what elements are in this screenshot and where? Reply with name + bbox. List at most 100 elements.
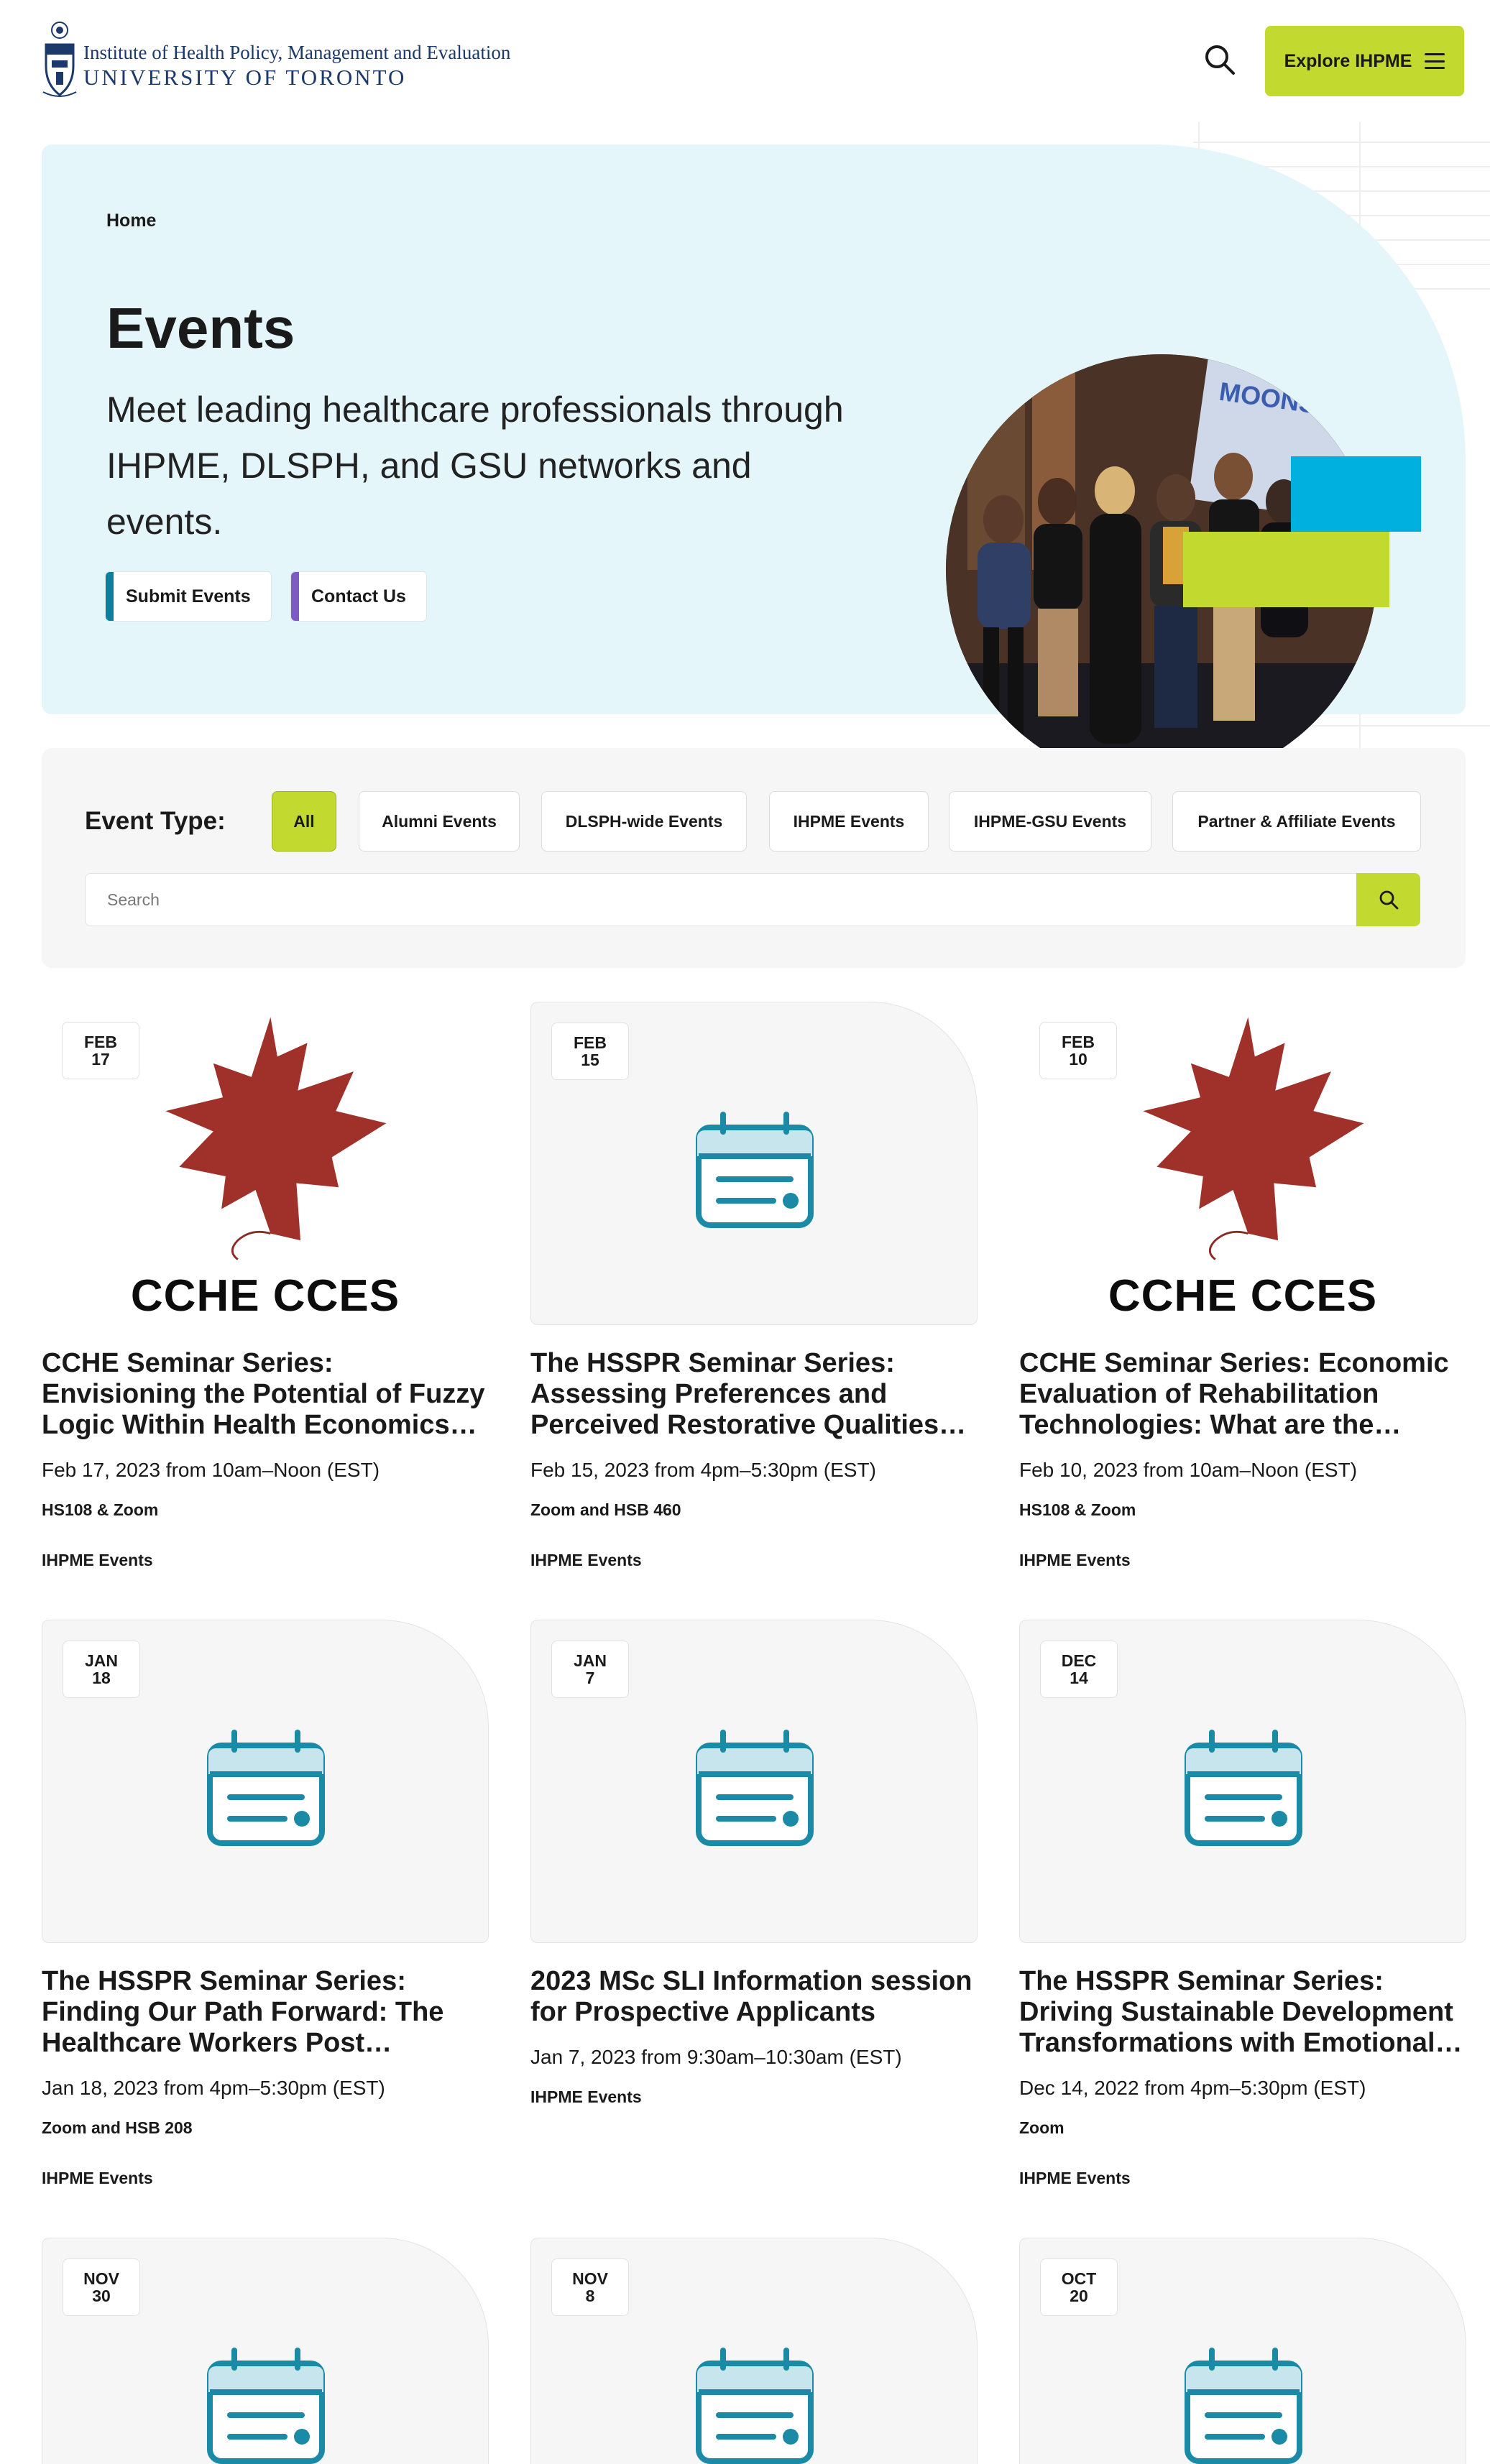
date-month: DEC bbox=[1061, 1651, 1097, 1670]
date-badge: JAN 18 bbox=[63, 1641, 140, 1698]
date-month: JAN bbox=[573, 1651, 607, 1670]
calendar-icon bbox=[1172, 2332, 1315, 2464]
hero-banner: Home Events Meet leading healthcare prof… bbox=[42, 144, 1466, 785]
date-badge: FEB 17 bbox=[62, 1022, 139, 1079]
date-day: 20 bbox=[1070, 2287, 1088, 2305]
filter-chip-all[interactable]: All bbox=[272, 791, 336, 852]
event-search-submit-button[interactable] bbox=[1356, 873, 1420, 926]
menu-icon bbox=[1425, 53, 1445, 69]
event-location: Zoom bbox=[1019, 2118, 1064, 2137]
event-title[interactable]: 2023 MSc SLI Information session for Pro… bbox=[530, 1966, 978, 2028]
contact-us-button[interactable]: Contact Us bbox=[290, 571, 427, 622]
university-name: UNIVERSITY OF TORONTO bbox=[83, 65, 407, 90]
event-card-image: FEB 17 CCHE CCES bbox=[42, 1002, 489, 1325]
event-date: Feb 10, 2023 from 10am–Noon (EST) bbox=[1019, 1459, 1358, 1481]
date-day: 15 bbox=[581, 1051, 599, 1069]
date-month: JAN bbox=[84, 1651, 118, 1670]
event-title[interactable]: CCHE Seminar Series: Economic Evaluation… bbox=[1019, 1348, 1466, 1441]
search-icon bbox=[1379, 890, 1398, 910]
filter-chip-ihpme-gsu-events[interactable]: IHPME-GSU Events bbox=[949, 791, 1151, 852]
button-accent-bar bbox=[291, 572, 299, 621]
calendar-icon bbox=[1172, 1714, 1315, 1858]
event-date: Feb 15, 2023 from 4pm–5:30pm (EST) bbox=[530, 1459, 876, 1481]
calendar-icon bbox=[194, 2332, 338, 2464]
date-day: 14 bbox=[1070, 1669, 1088, 1687]
breadcrumb-home[interactable]: Home bbox=[106, 211, 156, 231]
event-type-tag[interactable]: IHPME Events bbox=[1019, 2169, 1131, 2188]
filter-chip-ihpme-events[interactable]: IHPME Events bbox=[769, 791, 929, 852]
event-card-image: OCT 20 bbox=[1019, 2238, 1466, 2464]
date-month: FEB bbox=[84, 1033, 117, 1051]
event-card-image: JAN 18 bbox=[42, 1620, 489, 1943]
date-badge: NOV 8 bbox=[551, 2258, 629, 2316]
cche-logo-text: CCHE CCES bbox=[1108, 1271, 1378, 1321]
calendar-icon bbox=[683, 1096, 827, 1240]
date-day: 10 bbox=[1069, 1050, 1087, 1069]
hero-description: Meet leading healthcare professionals th… bbox=[106, 389, 844, 542]
event-date: Feb 17, 2023 from 10am–Noon (EST) bbox=[42, 1459, 380, 1481]
event-card[interactable]: JAN 7 2023 MSc SLI Information session f… bbox=[530, 1620, 978, 2195]
submit-events-button[interactable]: Submit Events bbox=[105, 571, 272, 622]
event-card-image: FEB 15 bbox=[530, 1002, 978, 1325]
calendar-icon bbox=[194, 1714, 338, 1858]
event-date: Dec 14, 2022 from 4pm–5:30pm (EST) bbox=[1019, 2077, 1366, 2099]
date-month: FEB bbox=[1062, 1033, 1095, 1051]
date-badge: DEC 14 bbox=[1040, 1641, 1118, 1698]
event-card-image: JAN 7 bbox=[530, 1620, 978, 1943]
event-title[interactable]: The HSSPR Seminar Series: Assessing Pref… bbox=[530, 1348, 978, 1441]
event-location: HS108 & Zoom bbox=[42, 1500, 159, 1519]
crest-icon bbox=[42, 22, 77, 97]
event-title[interactable]: The HSSPR Seminar Series: Driving Sustai… bbox=[1019, 1966, 1466, 2059]
page-title: Events bbox=[106, 296, 295, 360]
filter-chip-partner-affiliate-events[interactable]: Partner & Affiliate Events bbox=[1172, 791, 1421, 852]
university-logo[interactable]: Institute of Health Policy, Management a… bbox=[42, 20, 516, 105]
date-badge: FEB 10 bbox=[1039, 1022, 1117, 1079]
event-date: Jan 18, 2023 from 4pm–5:30pm (EST) bbox=[42, 2077, 385, 2099]
event-location: Zoom and HSB 208 bbox=[42, 2118, 193, 2137]
date-day: 17 bbox=[91, 1050, 110, 1069]
event-card[interactable]: NOV 30 bbox=[42, 2238, 489, 2464]
event-card[interactable]: NOV 8 bbox=[530, 2238, 978, 2464]
date-day: 8 bbox=[585, 2287, 595, 2305]
date-month: OCT bbox=[1061, 2269, 1097, 2288]
decorative-blue-block bbox=[1291, 456, 1421, 532]
event-type-tag[interactable]: IHPME Events bbox=[530, 2087, 642, 2107]
date-day: 30 bbox=[92, 2287, 111, 2305]
date-badge: JAN 7 bbox=[551, 1641, 629, 1698]
event-title[interactable]: The HSSPR Seminar Series: Finding Our Pa… bbox=[42, 1966, 489, 2059]
event-card[interactable]: FEB 10 CCHE CCES CCHE Seminar Series: Ec… bbox=[1019, 1002, 1466, 1577]
event-card[interactable]: JAN 18 The HSSPR Seminar Series: Finding… bbox=[42, 1620, 489, 2195]
filter-chip-dlsph-wide-events[interactable]: DLSPH-wide Events bbox=[541, 791, 747, 852]
event-location: HS108 & Zoom bbox=[1019, 1500, 1136, 1519]
date-month: FEB bbox=[574, 1033, 607, 1052]
event-search-input[interactable] bbox=[85, 873, 1357, 926]
event-type-tag[interactable]: IHPME Events bbox=[42, 2169, 153, 2188]
calendar-icon bbox=[683, 2332, 827, 2464]
header-search-button[interactable] bbox=[1202, 42, 1238, 78]
decorative-green-block bbox=[1183, 532, 1389, 607]
date-month: NOV bbox=[572, 2269, 608, 2288]
explore-menu-button[interactable]: Explore IHPME bbox=[1265, 26, 1464, 96]
event-type-tag[interactable]: IHPME Events bbox=[42, 1551, 153, 1570]
event-card[interactable]: OCT 20 bbox=[1019, 2238, 1466, 2464]
event-type-tag[interactable]: IHPME Events bbox=[1019, 1551, 1131, 1570]
event-card[interactable]: DEC 14 The HSSPR Seminar Series: Driving… bbox=[1019, 1620, 1466, 2195]
submit-events-label: Submit Events bbox=[126, 586, 251, 606]
explore-label: Explore IHPME bbox=[1284, 50, 1412, 71]
event-type-label: Event Type: bbox=[85, 807, 226, 835]
date-badge: OCT 20 bbox=[1040, 2258, 1118, 2316]
event-type-tag[interactable]: IHPME Events bbox=[530, 1551, 642, 1570]
search-icon bbox=[1205, 45, 1235, 75]
institute-name: Institute of Health Policy, Management a… bbox=[83, 42, 511, 63]
event-title[interactable]: CCHE Seminar Series: Envisioning the Pot… bbox=[42, 1348, 489, 1441]
date-month: NOV bbox=[83, 2269, 119, 2288]
event-location: Zoom and HSB 460 bbox=[530, 1500, 681, 1519]
button-accent-bar bbox=[106, 572, 114, 621]
filter-chip-alumni-events[interactable]: Alumni Events bbox=[359, 791, 520, 852]
event-card[interactable]: FEB 17 CCHE CCES CCHE Seminar Series: En… bbox=[42, 1002, 489, 1577]
maple-leaf-icon bbox=[165, 1015, 387, 1261]
event-card[interactable]: FEB 15 The HSSPR Seminar Series: Assessi… bbox=[530, 1002, 978, 1577]
event-filter-panel: Event Type: All Alumni Events DLSPH-wide… bbox=[42, 748, 1466, 968]
date-day: 7 bbox=[585, 1669, 595, 1687]
event-card-image: NOV 8 bbox=[530, 2238, 978, 2464]
